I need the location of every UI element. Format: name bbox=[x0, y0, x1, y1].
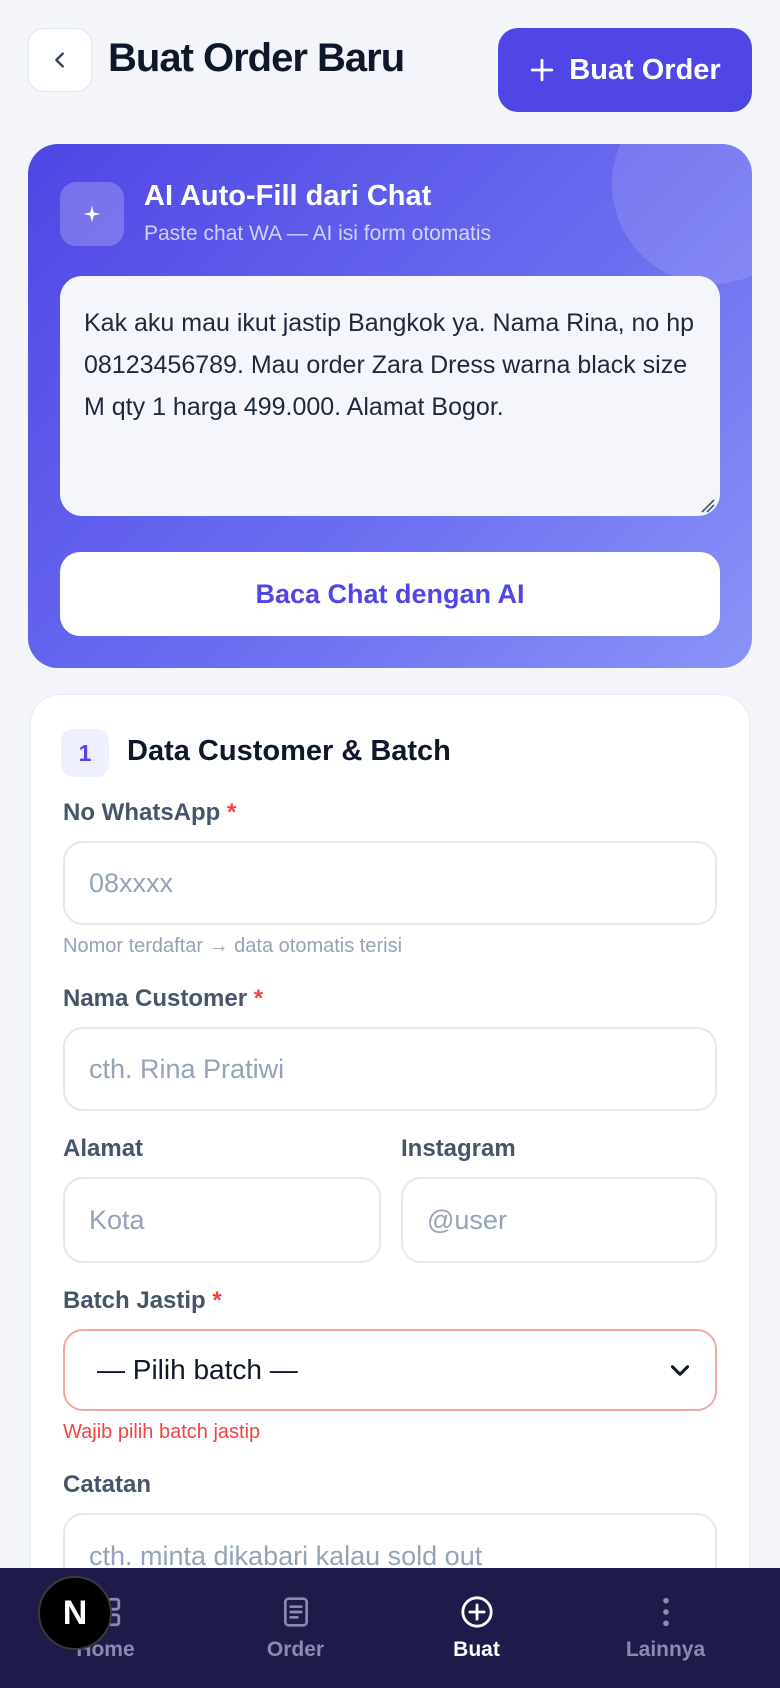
address-input[interactable]: Kota bbox=[63, 1177, 381, 1263]
required-mark: * bbox=[253, 985, 264, 1012]
instagram-placeholder: @user bbox=[427, 1204, 507, 1235]
nav-item-lainnya[interactable]: Lainnya bbox=[568, 1568, 763, 1688]
batch-selected-value: — Pilih batch — bbox=[97, 1354, 298, 1385]
back-button[interactable] bbox=[28, 28, 92, 92]
step-badge: 1 bbox=[61, 729, 109, 777]
sparkle-icon bbox=[60, 182, 124, 246]
address-label: Alamat bbox=[63, 1135, 144, 1162]
create-order-button[interactable]: Buat Order bbox=[498, 28, 752, 112]
batch-error: Wajib pilih batch jastip bbox=[63, 1421, 261, 1443]
plus-icon bbox=[531, 58, 554, 82]
page-title: Buat Order Baru bbox=[108, 36, 405, 80]
more-vertical-icon bbox=[660, 1594, 672, 1630]
nav-label-lainnya: Lainnya bbox=[625, 1638, 706, 1661]
customer-name-label: Nama Customer * bbox=[63, 985, 264, 1012]
instagram-label: Instagram bbox=[401, 1135, 516, 1162]
create-order-label: Buat Order bbox=[569, 53, 721, 86]
ai-card-subtitle: Paste chat WA — AI isi form otomatis bbox=[144, 222, 492, 245]
chat-textarea[interactable]: Kak aku mau ikut jastip Bangkok ya. Nama… bbox=[60, 276, 720, 516]
bottom-nav: Home Order Buat Lainnya bbox=[0, 1568, 780, 1688]
batch-select[interactable]: — Pilih batch — bbox=[63, 1329, 717, 1411]
nav-label-buat: Buat bbox=[453, 1638, 500, 1661]
page-header: Buat Order Baru Buat Order bbox=[0, 0, 780, 130]
required-mark: * bbox=[226, 799, 237, 826]
notes-placeholder: cth. minta dikabari kalau sold out bbox=[89, 1540, 483, 1571]
document-icon bbox=[280, 1594, 312, 1630]
nav-label-order: Order bbox=[266, 1638, 325, 1661]
customer-name-placeholder: cth. Rina Pratiwi bbox=[89, 1053, 285, 1084]
batch-label: Batch Jastip * bbox=[63, 1287, 222, 1314]
whatsapp-placeholder: 08xxxx bbox=[89, 867, 174, 898]
read-chat-ai-button[interactable]: Baca Chat dengan AI bbox=[60, 552, 720, 636]
ai-autofill-card: AI Auto-Fill dari Chat Paste chat WA — A… bbox=[28, 144, 752, 668]
resize-grip-icon[interactable] bbox=[698, 496, 716, 514]
plus-circle-icon bbox=[460, 1594, 494, 1630]
section-title: Data Customer & Batch bbox=[127, 735, 451, 767]
dev-badge[interactable]: N bbox=[38, 1576, 112, 1650]
whatsapp-hint: Nomor terdaftar → data otomatis terisi bbox=[63, 935, 403, 957]
nav-item-buat[interactable]: Buat bbox=[379, 1568, 574, 1688]
nav-item-order[interactable]: Order bbox=[198, 1568, 393, 1688]
notes-label: Catatan bbox=[63, 1471, 152, 1498]
whatsapp-label: No WhatsApp * bbox=[63, 799, 237, 826]
address-placeholder: Kota bbox=[89, 1204, 145, 1235]
decorative-circle bbox=[612, 144, 752, 284]
instagram-input[interactable]: @user bbox=[401, 1177, 717, 1263]
chevron-down-icon bbox=[670, 1365, 690, 1376]
required-mark: * bbox=[212, 1287, 222, 1314]
ai-card-title: AI Auto-Fill dari Chat bbox=[144, 180, 432, 212]
customer-batch-form: 1 Data Customer & Batch No WhatsApp * 08… bbox=[30, 694, 750, 1688]
customer-name-input[interactable]: cth. Rina Pratiwi bbox=[63, 1027, 717, 1111]
whatsapp-input[interactable]: 08xxxx bbox=[63, 841, 717, 925]
chevron-left-icon bbox=[55, 52, 64, 68]
chat-textarea-value: Kak aku mau ikut jastip Bangkok ya. Nama… bbox=[84, 309, 695, 421]
